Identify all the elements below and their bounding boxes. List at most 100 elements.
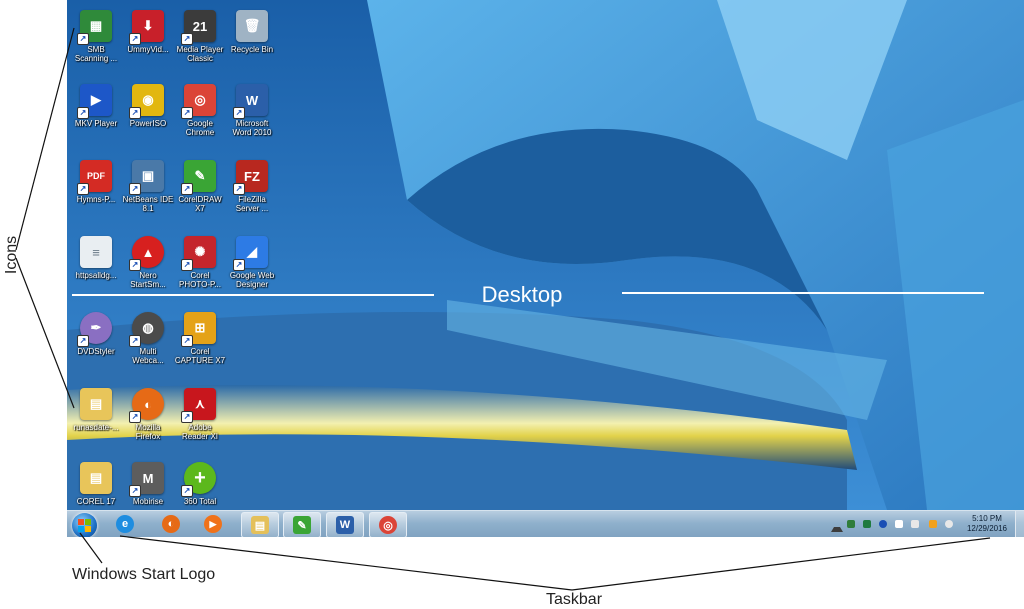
excel-icon[interactable] bbox=[863, 520, 871, 528]
desktop-icon[interactable]: ⊞ ↗ Corel CAPTURE X7 bbox=[171, 312, 229, 365]
taskbar-app-internet-explorer[interactable]: e bbox=[107, 512, 143, 536]
desktop-icon-label: Google Chrome bbox=[185, 119, 215, 137]
taskbar-app-file-explorer[interactable]: ▤ bbox=[241, 512, 279, 537]
flag-icon[interactable] bbox=[895, 520, 903, 528]
coreldraw-icon: ✎ ↗ bbox=[181, 160, 216, 195]
taskbar-app-coreldraw[interactable]: ✎ bbox=[283, 512, 321, 537]
taskbar-pointer-right bbox=[571, 537, 991, 591]
photo-paint-icon: ✺ ↗ bbox=[181, 236, 216, 271]
recycle-bin-icon: 🗑 bbox=[236, 10, 268, 42]
desktop-icon-label: Multi Webca... bbox=[132, 347, 164, 365]
folder-icon: ▤ bbox=[80, 388, 112, 420]
adobe-reader-icon: ⋏ ↗ bbox=[181, 388, 216, 423]
desktop-icon-label: NetBeans IDE 8.1 bbox=[122, 195, 174, 213]
plus-icon: + ↗ bbox=[181, 462, 216, 497]
show-desktop-button[interactable] bbox=[1015, 511, 1024, 537]
webcam-icon: ◍ ↗ bbox=[129, 312, 164, 347]
desktop-icon[interactable]: ✎ ↗ CorelDRAW X7 bbox=[171, 160, 229, 213]
desktop-icon-label: MKV Player bbox=[74, 119, 118, 128]
show-hidden-icons-icon[interactable] bbox=[831, 521, 843, 532]
text-document-icon: ≡ bbox=[80, 236, 112, 268]
bluetooth-icon[interactable] bbox=[879, 520, 887, 528]
desktop-icon[interactable]: ≡ httpsalldg... bbox=[67, 236, 125, 280]
word-icon: W bbox=[336, 516, 354, 534]
network-signal-icon[interactable] bbox=[929, 520, 937, 528]
chrome-icon: ◎ bbox=[379, 516, 397, 534]
media-player-icon: 21 ↗ bbox=[181, 10, 216, 45]
desktop-icon-label: FileZilla Server ... bbox=[235, 195, 269, 213]
firefox-icon: ◐ ↗ bbox=[129, 388, 164, 423]
start-logo-annotation: Windows Start Logo bbox=[72, 566, 216, 583]
chrome-icon: ◎ ↗ bbox=[181, 84, 216, 119]
mobirise-icon: M ↗ bbox=[129, 462, 164, 497]
corel-capture-icon: ⊞ ↗ bbox=[181, 312, 216, 347]
nero-icon: ▲ ↗ bbox=[129, 236, 164, 271]
windows-logo-icon bbox=[78, 519, 91, 532]
icons-pointer-bottom bbox=[15, 257, 75, 409]
desktop-icon-label: Recycle Bin bbox=[230, 45, 274, 54]
desktop-icon-label: CorelDRAW X7 bbox=[178, 195, 222, 213]
desktop-icon[interactable]: ✒ ↗ DVDStyler bbox=[67, 312, 125, 356]
desktop-icon[interactable]: 21 ↗ Media Player Classic bbox=[171, 10, 229, 63]
taskbar-annotation: Taskbar bbox=[546, 591, 603, 608]
desktop-icon-label: Google Web Designer bbox=[229, 271, 275, 289]
desktop-icon-label: Adobe Reader XI bbox=[181, 423, 219, 441]
desktop-icon[interactable]: ▲ ↗ Nero StartSm... bbox=[119, 236, 177, 289]
desktop-icon-label: Mobirise bbox=[132, 497, 164, 506]
internet-explorer-icon: e bbox=[116, 515, 134, 533]
taskbar-app-word[interactable]: W bbox=[326, 512, 364, 537]
desktop-icon-label: Corel CAPTURE X7 bbox=[174, 347, 226, 365]
volume-icon[interactable] bbox=[945, 520, 953, 528]
desktop-icon[interactable]: ▦ ↗ SMB Scanning ... bbox=[67, 10, 125, 63]
desktop-icon-label: Media Player Classic bbox=[176, 45, 224, 63]
word-icon: W ↗ bbox=[233, 84, 268, 119]
taskbar-app-firefox[interactable]: ◐ bbox=[153, 512, 189, 536]
desktop-icon[interactable]: ▤ COREL 17 bbox=[67, 462, 125, 506]
media-play-icon: ▶ bbox=[204, 515, 222, 533]
desktop-icon-label: Hymns-P... bbox=[76, 195, 116, 204]
desktop-icon[interactable]: ▤ runasdate-... bbox=[67, 388, 125, 432]
desktop-icon-label: COREL 17 bbox=[76, 497, 116, 506]
desktop-icon-label: Nero StartSm... bbox=[130, 271, 166, 289]
desktop-icon-label: SMB Scanning ... bbox=[74, 45, 118, 63]
device-icon[interactable] bbox=[911, 520, 919, 528]
taskbar-clock[interactable]: 5:10 PM 12/29/2016 bbox=[962, 514, 1012, 534]
desktop-icon-label: PowerISO bbox=[129, 119, 167, 128]
play-triangle-icon: ▶ ↗ bbox=[77, 84, 112, 119]
desktop-icon[interactable]: ✺ ↗ Corel PHOTO-P... bbox=[171, 236, 229, 289]
web-designer-icon: ◢ ↗ bbox=[233, 236, 268, 271]
clock-time: 5:10 PM bbox=[972, 514, 1002, 523]
desktop-icon-label: runasdate-... bbox=[73, 423, 119, 432]
desktop-icon-label: UmmyVid... bbox=[127, 45, 169, 54]
start-button[interactable] bbox=[72, 513, 97, 537]
desktop-screen: ▦ ↗ SMB Scanning ... ⬇ ↗ UmmyVid... 21 ↗ Me… bbox=[67, 0, 1024, 537]
security-icon[interactable] bbox=[847, 520, 855, 528]
desktop-caption: Desktop bbox=[481, 282, 563, 307]
desktop-icon-label: 360 Total bbox=[183, 497, 217, 506]
taskbar: e ◐ ▶ ▤ ✎ W ◎ 5:10 PM 12/29/2016 bbox=[67, 510, 1024, 537]
desktop-icon[interactable]: FZ ↗ FileZilla Server ... bbox=[223, 160, 281, 213]
desktop-icon[interactable]: ◎ ↗ Google Chrome bbox=[171, 84, 229, 137]
desktop-icon[interactable]: ◉ ↗ PowerISO bbox=[119, 84, 177, 128]
pdf-icon: PDF ↗ bbox=[77, 160, 112, 195]
taskbar-app-media-player[interactable]: ▶ bbox=[195, 512, 231, 536]
filezilla-icon: FZ ↗ bbox=[233, 160, 268, 195]
desktop-icon-label: httpsalldg... bbox=[75, 271, 117, 280]
desktop-icon[interactable]: PDF ↗ Hymns-P... bbox=[67, 160, 125, 204]
desktop-icon[interactable]: ▶ ↗ MKV Player bbox=[67, 84, 125, 128]
desktop-icon[interactable]: M ↗ Mobirise bbox=[119, 462, 177, 506]
folder-icon: ▤ bbox=[251, 516, 269, 534]
taskbar-app-chrome[interactable]: ◎ bbox=[369, 512, 407, 537]
desktop-icon[interactable]: + ↗ 360 Total bbox=[171, 462, 229, 506]
desktop-icon[interactable]: ◍ ↗ Multi Webca... bbox=[119, 312, 177, 365]
desktop-icon[interactable]: ◐ ↗ Mozilla Firefox bbox=[119, 388, 177, 441]
dvdstyler-icon: ✒ ↗ bbox=[77, 312, 112, 347]
desktop-icon[interactable]: ▣ ↗ NetBeans IDE 8.1 bbox=[119, 160, 177, 213]
desktop-icon[interactable]: W ↗ Microsoft Word 2010 bbox=[223, 84, 281, 137]
desktop-icon[interactable]: ⋏ ↗ Adobe Reader XI bbox=[171, 388, 229, 441]
desktop-icon[interactable]: ⬇ ↗ UmmyVid... bbox=[119, 10, 177, 54]
desktop-icon-label: Corel PHOTO-P... bbox=[179, 271, 221, 289]
desktop-icon[interactable]: 🗑 Recycle Bin bbox=[223, 10, 281, 54]
desktop-icon[interactable]: ◢ ↗ Google Web Designer bbox=[223, 236, 281, 289]
folder-icon: ▤ bbox=[80, 462, 112, 494]
